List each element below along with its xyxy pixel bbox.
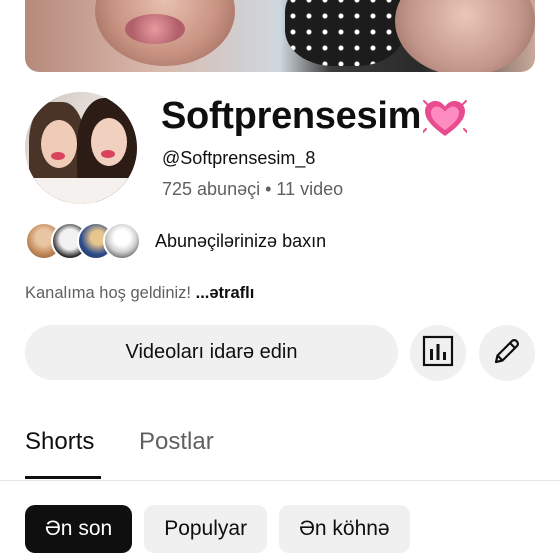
analytics-button[interactable] [410, 325, 466, 381]
chip-oldest[interactable]: Ən köhnə [279, 505, 410, 553]
description-text: Kanalıma hoş geldiniz! [25, 284, 192, 302]
edit-channel-button[interactable] [479, 325, 535, 381]
active-tab-indicator [25, 476, 101, 479]
channel-tabs: Shorts Postlar [0, 418, 560, 481]
banner-face-right [395, 0, 535, 72]
chip-latest[interactable]: Ən son [25, 505, 133, 553]
subscribers-row[interactable]: Abunəçilərinizə baxın [25, 222, 326, 260]
channel-banner [25, 0, 535, 72]
banner-lips [125, 14, 185, 44]
description-more-link[interactable]: ...ətraflı [196, 284, 255, 302]
sort-chips: Ən son Populyar Ən köhnə [25, 505, 410, 553]
subscribers-link[interactable]: Abunəçilərinizə baxın [155, 231, 326, 252]
tab-posts[interactable]: Postlar [139, 428, 214, 456]
channel-description[interactable]: Kanalıma hoş geldiniz! ...ətraflı [25, 284, 254, 303]
channel-name: Softprensesim [161, 95, 469, 139]
tab-shorts[interactable]: Shorts [25, 428, 94, 456]
channel-handle: @Softprensesim_8 [162, 148, 316, 168]
channel-stats: 725 abunəçi • 11 video [162, 179, 344, 199]
channel-name-text: Softprensesim [161, 95, 422, 137]
heart-icon [422, 99, 469, 139]
banner-polka-dots [285, 0, 405, 66]
pencil-icon [491, 335, 523, 372]
chip-popular[interactable]: Populyar [144, 505, 268, 553]
analytics-icon [422, 335, 454, 372]
subscriber-avatar [103, 222, 141, 260]
channel-avatar[interactable] [25, 92, 137, 204]
manage-videos-button[interactable]: Videoları idarə edin [25, 325, 398, 380]
